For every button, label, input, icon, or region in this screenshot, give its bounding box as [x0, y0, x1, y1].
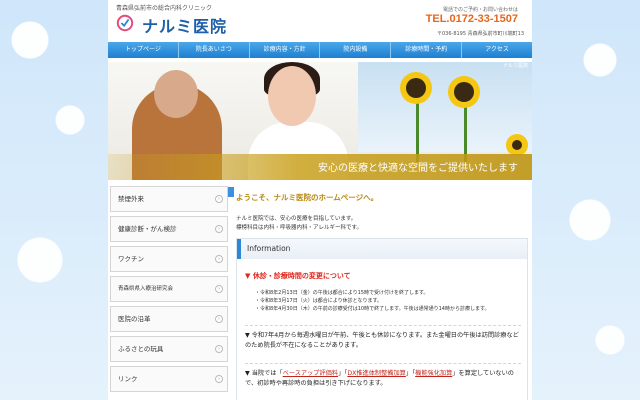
- sidebar-item-label: ワクチン: [118, 255, 144, 263]
- chevron-right-icon: ›: [215, 225, 223, 233]
- nav-treatment[interactable]: 診療内容・方針: [250, 42, 321, 58]
- intro-text: ナルミ医院では、安心の医療を目指しています。 標榜科目は内科・呼吸器内科・アレル…: [236, 215, 528, 233]
- chevron-right-icon: ›: [215, 315, 223, 323]
- sidebar-item-research[interactable]: 青森県県入療治研究会 ›: [110, 276, 228, 302]
- sidebar-item-vaccine[interactable]: ワクチン ›: [110, 246, 228, 272]
- information-panel: Information ▼ 休診・診療時間の変更について ・令和8年2月13日（…: [236, 238, 528, 400]
- nav-greeting[interactable]: 院長あいさつ: [179, 42, 250, 58]
- information-heading: Information: [237, 239, 527, 259]
- elder-patient-head: [154, 70, 198, 118]
- sunflower: [512, 140, 522, 150]
- sidebar-item-label: ふるさとの玩具: [118, 345, 164, 353]
- intro-line: ナルミ医院では、安心の医療を目指しています。: [236, 216, 357, 222]
- chevron-right-icon: ›: [215, 195, 223, 203]
- sidebar-item-toys[interactable]: ふるさとの玩具 ›: [110, 336, 228, 362]
- site-header: 青森県弘前市の総合内科クリニック ナルミ医院 電話でのご予約・お問い合わせは T…: [108, 0, 532, 42]
- fee-notice: ▼ 当院では「ベースアップ評価料」「DX推進体制整備加算」「機能強化加算」を算定…: [245, 370, 514, 387]
- clinic-address: 〒036-8195 青森県弘前市町川端町13: [436, 31, 524, 37]
- function-fee-link[interactable]: 機能強化加算: [415, 370, 452, 377]
- sidebar-item-checkup[interactable]: 健康診断・がん検診 ›: [110, 216, 228, 242]
- notice-title-text: 休診・診療時間の変更について: [252, 272, 351, 280]
- sunflower-stem: [416, 92, 419, 162]
- phone-number[interactable]: TEL.0172-33-1507: [426, 13, 518, 25]
- fee-notice-text: 」「: [405, 370, 416, 377]
- reservation-note: 電話でのご予約・お問い合わせは: [442, 7, 518, 13]
- sidebar-item-label: 禁煙外来: [118, 195, 144, 203]
- site-title[interactable]: ナルミ医院: [142, 13, 227, 37]
- closure-notice: ▼ 令和7年4月から毎週水曜日が午前、午後とも休診になります。また金曜日の午後は…: [245, 332, 519, 349]
- sidebar-item-label: 青森県県入療治研究会: [118, 286, 174, 292]
- notice-list: ・令和8年2月13日（金）の午後は都合により15時で受け付けを終了します。 ・令…: [255, 289, 489, 313]
- hero-sky: [358, 62, 532, 152]
- nav-access[interactable]: アクセス: [462, 42, 532, 58]
- hero-banner: ナルミ医院 安心の医療と快適な空間をご提供いたします: [108, 62, 532, 180]
- chevron-right-icon: ›: [215, 375, 223, 383]
- chevron-right-icon: ›: [215, 285, 223, 293]
- notice-item: ・令和8年2月13日（金）の午後は都合により15時で受け付けを終了します。: [255, 290, 429, 296]
- sunflower: [406, 78, 426, 98]
- main-content: ようこそ、ナルミ医院のホームページへ。 ナルミ医院では、安心の医療を目指していま…: [236, 186, 528, 400]
- sidebar-item-history[interactable]: 医院の沿革 ›: [110, 306, 228, 332]
- fee-notice-text: 」「: [338, 370, 348, 377]
- sunflower-stem: [464, 102, 467, 162]
- base-up-fee-link[interactable]: ベースアップ評価料: [283, 370, 338, 377]
- nurse-head: [268, 66, 316, 126]
- fee-notice-text: 当院では「: [251, 370, 283, 377]
- sunflower: [454, 82, 474, 102]
- intro-line: 標榜科目は内科・呼吸器内科・アレルギー科です。: [236, 225, 362, 231]
- hero-corner-label: ナルミ医院: [502, 63, 528, 69]
- nav-hours[interactable]: 診療時間・予約: [391, 42, 463, 58]
- notice-item: ・令和8年4月30日（木）の午前の診療受付は10時で終了します。午後は通常通り1…: [255, 306, 490, 312]
- page-container: 青森県弘前市の総合内科クリニック ナルミ医院 電話でのご予約・お問い合わせは T…: [108, 0, 532, 400]
- site-tagline: 青森県弘前市の総合内科クリニック: [116, 5, 213, 12]
- sidebar-item-label: 健康診断・がん検診: [118, 225, 177, 233]
- dx-fee-link[interactable]: DX推進体制整備加算: [347, 370, 406, 377]
- hero-caption: 安心の医療と快適な空間をご提供いたします: [318, 163, 518, 174]
- divider: [245, 363, 521, 364]
- chevron-right-icon: ›: [215, 345, 223, 353]
- notice-title: ▼ 休診・診療時間の変更について: [245, 272, 351, 280]
- nav-top[interactable]: トップページ: [108, 42, 179, 58]
- divider: [245, 325, 521, 326]
- clinic-logo-icon[interactable]: [116, 14, 134, 32]
- chevron-right-icon: ›: [215, 255, 223, 263]
- notice-item: ・令和8年3月17日（火）は都合により休診となります。: [255, 298, 382, 304]
- sidebar-item-links[interactable]: リンク ›: [110, 366, 228, 392]
- sidebar-item-smoking[interactable]: 禁煙外来 ›: [110, 186, 228, 212]
- welcome-heading: ようこそ、ナルミ医院のホームページへ。: [236, 193, 379, 202]
- sidebar: 禁煙外来 › 健康診断・がん検診 › ワクチン › 青森県県入療治研究会 › 医院の沿革…: [110, 186, 228, 396]
- sidebar-item-label: リンク: [118, 375, 138, 383]
- nav-facilities[interactable]: 院内設備: [320, 42, 392, 58]
- sidebar-item-label: 医院の沿革: [118, 315, 151, 323]
- info-scroll-marker: [228, 187, 234, 197]
- main-nav: トップページ 院長あいさつ 診療内容・方針 院内設備 診療時間・予約 アクセス: [108, 42, 532, 58]
- closure-notice-text: 令和7年4月から毎週水曜日が午前、午後とも休診になります。また金曜日の午後は訪問…: [245, 332, 519, 349]
